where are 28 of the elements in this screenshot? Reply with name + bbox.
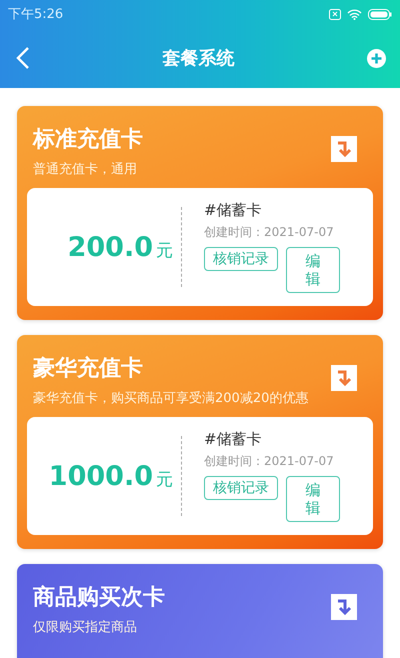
amount: 200.0 <box>68 232 153 262</box>
currency-unit: 元 <box>156 240 173 262</box>
currency-unit: 元 <box>156 468 173 490</box>
download-icon[interactable] <box>331 136 357 162</box>
card-title: 豪华充值卡 <box>33 354 143 383</box>
created-date: 创建时间：2021-07-07 <box>204 453 335 470</box>
download-icon[interactable] <box>331 594 357 620</box>
edit-button[interactable]: 编辑 <box>286 476 340 522</box>
card-description: 豪华充值卡，购买商品可享受满200减20的优惠 <box>33 390 310 407</box>
card-title: 标准充值卡 <box>33 126 143 154</box>
created-date: 创建时间：2021-07-07 <box>204 224 335 241</box>
back-icon[interactable] <box>16 46 30 70</box>
download-icon[interactable] <box>331 365 357 391</box>
notification-icon <box>329 8 341 20</box>
add-icon[interactable] <box>367 48 386 68</box>
page-title: 套餐系统 <box>162 47 234 70</box>
battery-icon <box>368 8 392 20</box>
card-description: 普通充值卡，通用 <box>33 160 138 178</box>
amount: 1000.0 <box>48 460 153 492</box>
status-time: 下午5:26 <box>8 6 64 23</box>
card-title: 商品购买次卡 <box>33 584 165 612</box>
card-description: 仅限购买指定商品 <box>33 619 138 636</box>
edit-button[interactable]: 编辑 <box>286 247 340 293</box>
records-button[interactable]: 核销记录 <box>204 476 278 500</box>
card-type: #储蓄卡 <box>204 430 263 449</box>
records-button[interactable]: 核销记录 <box>204 247 278 271</box>
card-type: #储蓄卡 <box>204 201 263 220</box>
wifi-icon <box>347 8 362 20</box>
